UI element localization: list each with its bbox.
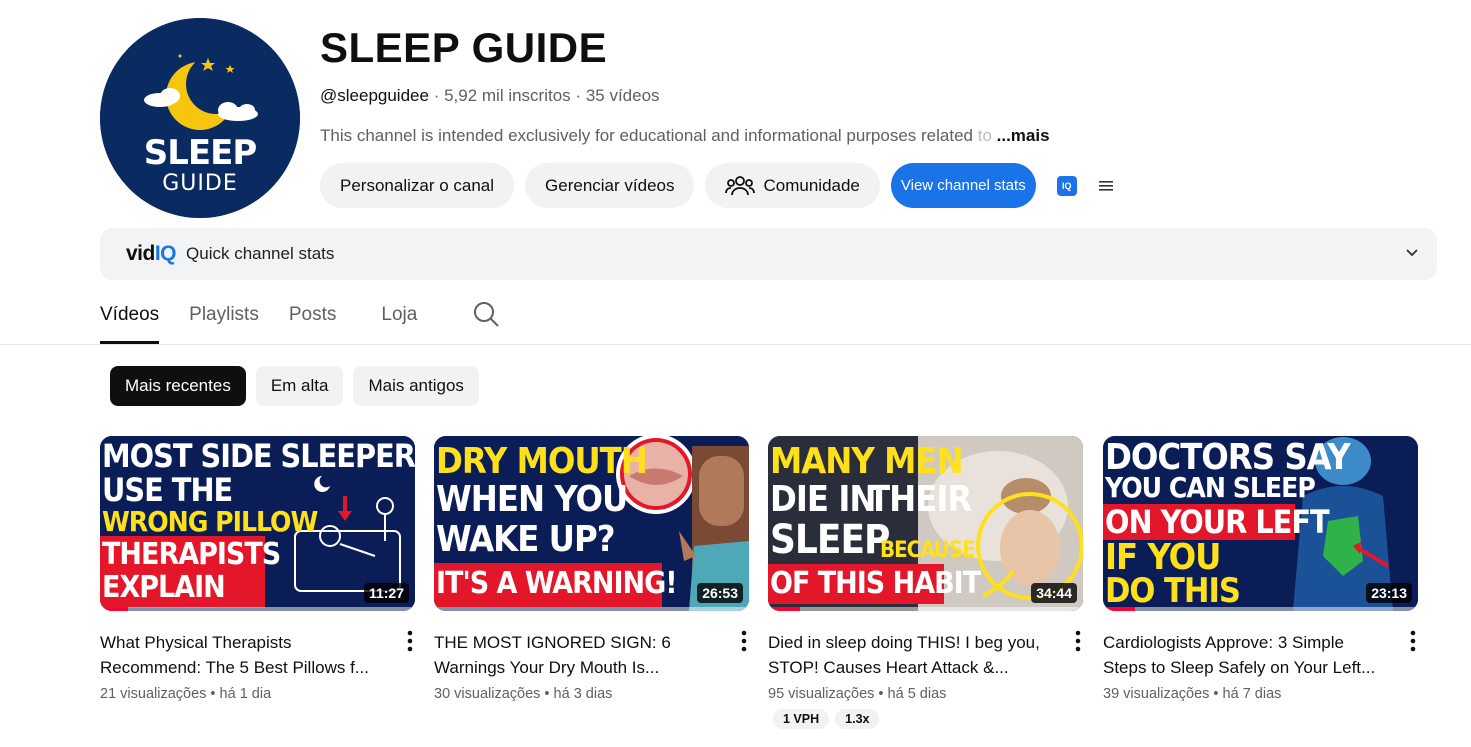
more-options-icon[interactable] [1075, 630, 1081, 657]
watch-progress-bar [100, 607, 415, 611]
vph-badge: 1 VPH [773, 709, 830, 729]
tab-playlists[interactable]: Playlists [189, 298, 259, 344]
video-thumbnail[interactable]: MANY MEN DIE IN THEIR SLEEP BECAUSE OF T… [768, 436, 1083, 611]
channel-tabs: Vídeos Playlists Posts Loja [100, 298, 500, 344]
thumb-text: DRY MOUTH [436, 441, 648, 482]
thumb-text: MANY MEN [770, 441, 964, 482]
video-thumbnail[interactable]: MOST SIDE SLEEPERS USE THE WRONG PILLOW … [100, 436, 415, 611]
video-thumbnail[interactable]: DOCTORS SAY YOU CAN SLEEP ON YOUR LEFT I… [1103, 436, 1418, 611]
thumb-text: THERAPISTS [102, 537, 281, 572]
video-title[interactable]: Died in sleep doing THIS! I beg you, STOP… [768, 630, 1053, 680]
tab-loja[interactable]: Loja [381, 298, 417, 344]
community-label: Comunidade [763, 175, 860, 195]
chip-latest[interactable]: Mais recentes [110, 366, 246, 406]
video-title[interactable]: THE MOST IGNORED SIGN: 6 Warnings Your Dr… [434, 630, 719, 680]
channel-handle: @sleepguidee [320, 86, 429, 105]
duration-badge: 26:53 [697, 583, 743, 603]
tab-videos[interactable]: Vídeos [100, 298, 160, 344]
thumb-text: YOU CAN SLEEP [1105, 471, 1316, 504]
avatar-text-guide: GUIDE [162, 171, 238, 196]
more-options-icon[interactable] [1410, 630, 1416, 657]
community-button[interactable]: Comunidade [705, 163, 880, 208]
more-options-icon[interactable] [407, 630, 413, 657]
video-title[interactable]: What Physical Therapists Recommend: The 5… [100, 630, 385, 680]
watch-progress-bar [434, 607, 749, 611]
thumb-text: WAKE UP? [436, 519, 616, 560]
thumb-text: IT'S A WARNING! [436, 566, 678, 601]
thumb-text: WHEN YOU [436, 479, 628, 520]
thumb-text: DIE IN [770, 479, 876, 520]
tabs-divider [0, 344, 1471, 345]
channel-avatar[interactable]: SLEEP GUIDE [100, 18, 300, 218]
video-meta: 39 visualizações • há 7 dias [1103, 686, 1282, 702]
chip-popular[interactable]: Em alta [255, 366, 344, 406]
video-meta: 21 visualizações • há 1 dia [100, 686, 272, 702]
vidiq-quick-stats-bar[interactable]: vidIQ Quick channel stats [100, 228, 1437, 280]
channel-actions: Personalizar o canal Gerenciar vídeos Co… [320, 163, 1114, 208]
duration-badge: 34:44 [1031, 583, 1077, 603]
video-thumbnail[interactable]: DRY MOUTH WHEN YOU WAKE UP? IT'S A WARNI… [434, 436, 749, 611]
channel-name: SLEEP GUIDE [320, 24, 608, 71]
channel-meta: @sleepguidee · 5,92 mil inscritos · 35 v… [320, 86, 660, 106]
more-link[interactable]: ...mais [997, 126, 1050, 145]
thumb-text: DO THIS [1105, 571, 1241, 611]
thumb-text: SLEEP [770, 517, 890, 563]
thumb-text: MOST SIDE SLEEPERS [102, 437, 415, 475]
thumb-text: OF THIS HABIT [770, 566, 981, 601]
duration-badge: 11:27 [363, 583, 409, 603]
thumb-text: ON YOUR LEFT [1105, 503, 1330, 541]
video-title[interactable]: Cardiologists Approve: 3 Simple Steps to … [1103, 630, 1388, 680]
video-count: 35 vídeos [585, 86, 660, 105]
description-fade: to [973, 126, 992, 145]
channel-description[interactable]: This channel is intended exclusively for… [320, 126, 1050, 146]
vidiq-iq-icon[interactable]: IQ [1056, 175, 1077, 196]
more-options-icon[interactable] [741, 630, 747, 657]
chevron-down-icon[interactable] [1405, 245, 1419, 264]
customize-channel-button[interactable]: Personalizar o canal [320, 163, 515, 208]
multiplier-badge: 1.3x [835, 709, 880, 729]
video-meta: 95 visualizações • há 5 dias [768, 686, 947, 702]
meta-separator: · [575, 86, 586, 105]
video-card[interactable]: MOST SIDE SLEEPERS USE THE WRONG PILLOW … [100, 436, 415, 702]
search-icon[interactable] [472, 300, 500, 333]
thumb-text: BECAUSE [880, 538, 976, 563]
sort-chips: Mais recentes Em alta Mais antigos [110, 366, 479, 406]
meta-separator: · [433, 86, 445, 105]
chip-oldest[interactable]: Mais antigos [353, 366, 479, 406]
duration-badge: 23:13 [1366, 583, 1412, 603]
watch-progress-bar [768, 607, 1083, 611]
watch-progress-bar [1103, 607, 1418, 611]
thumb-text: THEIR [868, 479, 972, 520]
community-icon [725, 174, 756, 198]
avatar-text-sleep: SLEEP [143, 133, 258, 173]
thumb-text: EXPLAIN [102, 570, 226, 605]
thumb-text: USE THE [102, 471, 233, 509]
video-card[interactable]: DOCTORS SAY YOU CAN SLEEP ON YOUR LEFT I… [1103, 436, 1418, 702]
quick-stats-label: Quick channel stats [186, 244, 335, 263]
video-card[interactable]: MANY MEN DIE IN THEIR SLEEP BECAUSE OF T… [768, 436, 1083, 729]
description-text: This channel is intended exclusively for… [320, 126, 973, 145]
subscriber-count: 5,92 mil inscritos [444, 86, 571, 105]
hamburger-menu-icon[interactable] [1098, 179, 1114, 193]
thumb-text: WRONG PILLOW [102, 505, 318, 538]
video-card[interactable]: DRY MOUTH WHEN YOU WAKE UP? IT'S A WARNI… [434, 436, 749, 702]
vidiq-badges: 1 VPH 1.3x [773, 709, 1083, 729]
tab-posts[interactable]: Posts [289, 298, 337, 344]
vidiq-logo: vidIQ [126, 242, 177, 265]
video-meta: 30 visualizações • há 3 dias [434, 686, 613, 702]
view-channel-stats-button[interactable]: View channel stats [890, 163, 1036, 208]
manage-videos-button[interactable]: Gerenciar vídeos [525, 163, 695, 208]
